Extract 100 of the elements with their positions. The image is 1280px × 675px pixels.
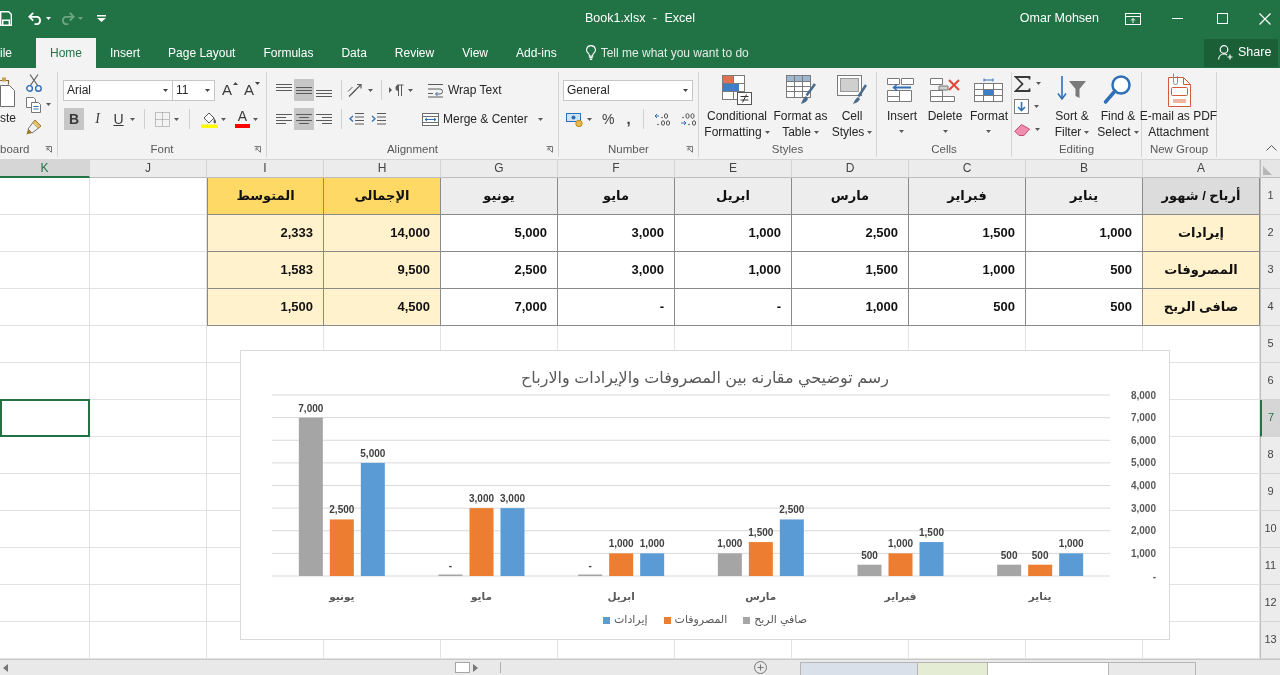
caret-icon[interactable]: [46, 103, 51, 106]
caret-icon[interactable]: [942, 130, 948, 133]
grow-font-button[interactable]: A: [222, 79, 238, 101]
scissors-icon[interactable]: [26, 73, 42, 92]
row-header[interactable]: 12: [1260, 585, 1280, 622]
caret-icon[interactable]: [46, 17, 51, 20]
format-as-table-button[interactable]: Format as Table: [772, 72, 829, 142]
column-header[interactable]: H: [324, 160, 441, 178]
eraser-icon[interactable]: [1014, 123, 1030, 136]
autosum-icon[interactable]: [1014, 75, 1031, 92]
decrease-indent-icon[interactable]: [349, 113, 364, 125]
paint-bucket-icon[interactable]: [201, 110, 218, 128]
caret-icon[interactable]: [537, 117, 543, 121]
copy-icon[interactable]: [26, 96, 41, 113]
find-select-button[interactable]: Find & Select: [1096, 72, 1140, 142]
paragraph-arrow-icon[interactable]: [389, 84, 404, 96]
email-pdf-button[interactable]: E-mail as PDF Attachment: [1142, 72, 1215, 142]
row-header[interactable]: 5: [1260, 326, 1280, 363]
ribbon-tab[interactable]: Add-ins: [501, 38, 571, 68]
column-header[interactable]: C: [909, 160, 1026, 178]
decrease-decimal-icon[interactable]: [679, 112, 697, 126]
font-name-field[interactable]: Arial: [63, 79, 173, 101]
caret-icon[interactable]: [408, 88, 413, 92]
font-color-button[interactable]: A: [235, 109, 250, 129]
row-header[interactable]: 2: [1260, 215, 1280, 252]
caret-icon[interactable]: [813, 130, 819, 134]
caret-icon[interactable]: [163, 88, 168, 92]
maximize-icon[interactable]: [1217, 13, 1228, 24]
increase-indent-icon[interactable]: [371, 113, 386, 125]
align-center-button[interactable]: [294, 108, 314, 130]
caret-icon[interactable]: [683, 88, 688, 92]
caret-icon[interactable]: [587, 117, 592, 121]
align-middle-button[interactable]: [294, 79, 314, 101]
ribbon-tab[interactable]: Insert: [96, 38, 155, 68]
column-header[interactable]: B: [1026, 160, 1143, 178]
caret-icon[interactable]: [986, 130, 992, 133]
row-header[interactable]: 9: [1260, 474, 1280, 511]
row-header[interactable]: 3: [1260, 252, 1280, 289]
caret-icon[interactable]: [221, 117, 226, 121]
ribbon-display-options-icon[interactable]: [1125, 12, 1141, 25]
caret-icon[interactable]: [764, 130, 770, 134]
caret-icon[interactable]: [205, 88, 210, 92]
cell-styles-button[interactable]: Cell Styles: [829, 72, 875, 142]
fill-down-icon[interactable]: [1014, 99, 1029, 114]
font-size-field[interactable]: 11: [173, 79, 215, 101]
wrap-text-button[interactable]: Wrap Text: [427, 79, 502, 101]
caret-icon[interactable]: [174, 117, 179, 121]
row-header[interactable]: 10: [1260, 511, 1280, 548]
row-header[interactable]: 11: [1260, 548, 1280, 585]
row-header[interactable]: 6: [1260, 363, 1280, 400]
dialog-launcher-icon[interactable]: [686, 146, 693, 153]
ribbon-tab[interactable]: Data: [327, 38, 381, 68]
number-format-field[interactable]: General: [563, 79, 693, 101]
column-header[interactable]: J: [90, 160, 207, 178]
column-header[interactable]: D: [792, 160, 909, 178]
ribbon-tab[interactable]: Review: [380, 38, 449, 68]
conditional-formatting-button[interactable]: Conditional Formatting: [702, 72, 772, 142]
user-name[interactable]: Omar Mohsen: [1019, 11, 1099, 26]
paintbrush-icon[interactable]: [26, 118, 42, 135]
caret-icon[interactable]: [1133, 130, 1139, 134]
column-header[interactable]: I: [207, 160, 324, 178]
column-header[interactable]: A: [1143, 160, 1260, 178]
scrollbar-thumb[interactable]: [455, 662, 470, 673]
caret-icon[interactable]: [1035, 128, 1040, 131]
column-header[interactable]: K: [0, 160, 90, 178]
dialog-launcher-icon[interactable]: [254, 146, 261, 153]
row-header[interactable]: 1: [1260, 178, 1280, 215]
slanted-arrow-icon[interactable]: [347, 82, 364, 98]
caret-icon[interactable]: [1036, 82, 1041, 85]
sort-filter-button[interactable]: Sort & Filter: [1048, 72, 1096, 142]
caret-icon[interactable]: [899, 130, 905, 133]
caret-icon[interactable]: [1034, 105, 1039, 108]
row-header[interactable]: 13: [1260, 622, 1280, 659]
ribbon-tab[interactable]: ile: [0, 38, 36, 68]
percent-button[interactable]: %: [602, 108, 615, 130]
row-header[interactable]: 4: [1260, 289, 1280, 326]
format-button[interactable]: Format: [967, 72, 1011, 142]
ribbon-tab[interactable]: Formulas: [249, 38, 328, 68]
italic-button[interactable]: I: [90, 108, 105, 130]
underline-button[interactable]: U: [111, 108, 126, 130]
undo-icon[interactable]: [28, 12, 43, 25]
paste-button[interactable]: ste: [0, 77, 20, 142]
insert-button[interactable]: Insert: [881, 72, 923, 142]
banknote-icon[interactable]: [566, 111, 583, 127]
row-header[interactable]: 8: [1260, 437, 1280, 474]
selected-cell[interactable]: [0, 399, 90, 437]
dialog-launcher-icon[interactable]: [45, 146, 52, 153]
collapse-ribbon-icon[interactable]: [1266, 145, 1277, 151]
caret-icon[interactable]: [253, 117, 258, 121]
shrink-font-button[interactable]: A: [244, 79, 261, 101]
scroll-left-icon[interactable]: [3, 663, 8, 672]
tell-me-search-field[interactable]: Tell me what you want to do: [600, 38, 766, 68]
merge-center-button[interactable]: Merge & Center: [422, 108, 528, 130]
bold-button[interactable]: B: [64, 108, 84, 130]
ribbon-tab[interactable]: Home: [36, 38, 97, 68]
caret-icon[interactable]: [368, 88, 373, 92]
column-header[interactable]: E: [675, 160, 792, 178]
dialog-launcher-icon[interactable]: [546, 146, 553, 153]
increase-decimal-icon[interactable]: [653, 112, 671, 126]
scroll-right-icon[interactable]: [473, 663, 478, 672]
